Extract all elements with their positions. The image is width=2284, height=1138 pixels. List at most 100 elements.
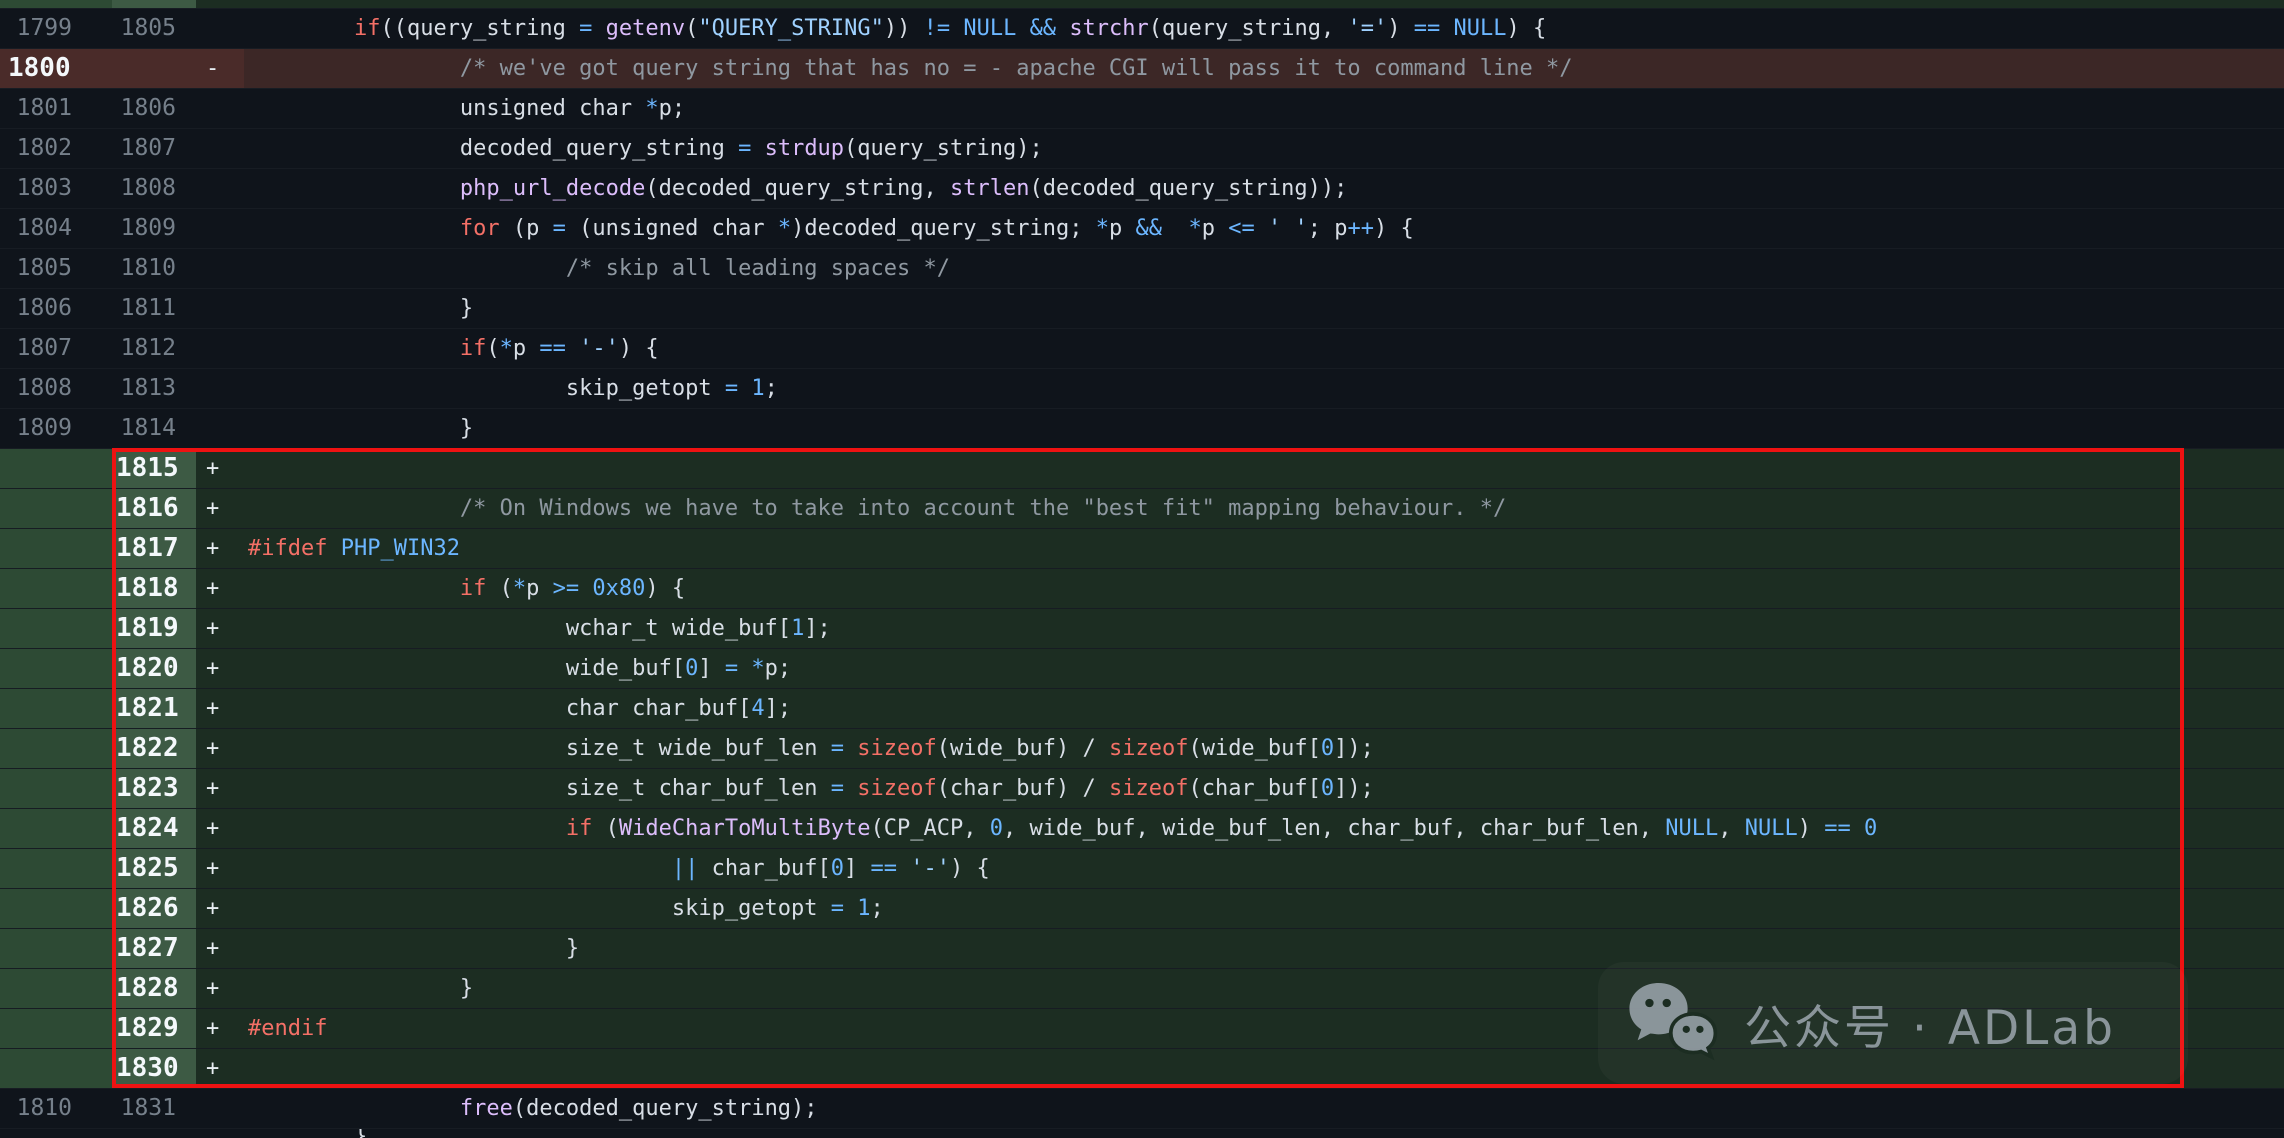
- new-line-number[interactable]: 1812: [112, 329, 196, 368]
- old-line-number[interactable]: 1802: [0, 129, 112, 168]
- code-token: for: [460, 216, 500, 241]
- code-token: (wide_buf) /: [937, 736, 1109, 761]
- new-line-number[interactable]: 1806: [112, 89, 196, 128]
- new-line-number[interactable]: 1826: [112, 889, 196, 928]
- diff-marker: [196, 249, 244, 288]
- old-line-number[interactable]: [0, 489, 112, 528]
- old-line-number[interactable]: [0, 809, 112, 848]
- new-line-number[interactable]: 1811: [112, 289, 196, 328]
- old-line-number[interactable]: [0, 529, 112, 568]
- new-line-number[interactable]: 1809: [112, 209, 196, 248]
- code-line: skip_getopt = 1;: [244, 369, 2284, 408]
- new-line-number[interactable]: [112, 49, 196, 88]
- code-token: (char_buf) /: [937, 776, 1109, 801]
- old-line-number[interactable]: [0, 609, 112, 648]
- old-line-number[interactable]: 1800: [0, 49, 112, 88]
- code-line: [244, 449, 2284, 488]
- old-line-number[interactable]: 1809: [0, 409, 112, 448]
- old-line-number[interactable]: [0, 889, 112, 928]
- code-line: if((query_string = getenv("QUERY_STRING"…: [244, 9, 2284, 48]
- code-token: ): [1798, 816, 1825, 841]
- old-line-number[interactable]: [0, 849, 112, 888]
- new-line-number[interactable]: 1821: [112, 689, 196, 728]
- old-line-number[interactable]: 1810: [0, 1089, 112, 1128]
- old-line-number[interactable]: 1804: [0, 209, 112, 248]
- code-token: [248, 1096, 460, 1121]
- new-line-number[interactable]: 1814: [112, 409, 196, 448]
- code-line: char char_buf[4];: [244, 689, 2284, 728]
- code-token: if: [354, 16, 381, 41]
- new-line-number[interactable]: 1831: [112, 1089, 196, 1128]
- old-line-number[interactable]: [0, 929, 112, 968]
- diff-row: 18101831 free(decoded_query_string);: [0, 1088, 2284, 1128]
- old-line-number[interactable]: [0, 1049, 112, 1088]
- new-line-number[interactable]: 1805: [112, 9, 196, 48]
- old-line-number[interactable]: 1808: [0, 369, 112, 408]
- code-token: )decoded_query_string;: [791, 216, 1096, 241]
- old-line-number[interactable]: 1799: [0, 9, 112, 48]
- old-line-number[interactable]: [0, 729, 112, 768]
- code-token: p;: [765, 656, 792, 681]
- code-token: strdup: [765, 136, 844, 161]
- new-line-number[interactable]: 1810: [112, 249, 196, 288]
- new-line-number[interactable]: 1808: [112, 169, 196, 208]
- diff-marker: +: [196, 609, 244, 648]
- old-line-number[interactable]: [0, 649, 112, 688]
- new-line-number[interactable]: 1807: [112, 129, 196, 168]
- code-token: }: [248, 976, 473, 1001]
- new-line-number[interactable]: 1817: [112, 529, 196, 568]
- new-line-number[interactable]: 1830: [112, 1049, 196, 1088]
- diff-marker: [196, 1089, 244, 1128]
- code-line: size_t char_buf_len = sizeof(char_buf) /…: [244, 769, 2284, 808]
- code-token: size_t char_buf_len: [248, 776, 831, 801]
- code-token: =: [831, 736, 844, 761]
- old-line-number[interactable]: [0, 0, 112, 8]
- new-line-number[interactable]: 1824: [112, 809, 196, 848]
- old-line-number[interactable]: 1801: [0, 89, 112, 128]
- old-line-number[interactable]: [0, 769, 112, 808]
- code-token: [1851, 816, 1864, 841]
- diff-marker: +: [196, 649, 244, 688]
- code-token: p: [1202, 216, 1229, 241]
- new-line-number[interactable]: 1820: [112, 649, 196, 688]
- new-line-number[interactable]: 1815: [112, 449, 196, 488]
- new-line-number[interactable]: 1819: [112, 609, 196, 648]
- code-token: p: [513, 336, 540, 361]
- old-line-number[interactable]: 1807: [0, 329, 112, 368]
- new-line-number[interactable]: 1829: [112, 1009, 196, 1048]
- new-line-number[interactable]: 1823: [112, 769, 196, 808]
- old-line-number[interactable]: [0, 689, 112, 728]
- code-token: (unsigned char: [566, 216, 778, 241]
- code-token: ((query_string: [380, 16, 579, 41]
- diff-row: 1819+ wchar_t wide_buf[1];: [0, 608, 2284, 648]
- code-token: ) {: [1374, 216, 1414, 241]
- old-line-number[interactable]: 1806: [0, 289, 112, 328]
- old-line-number[interactable]: [0, 1129, 112, 1138]
- code-token: [1056, 16, 1069, 41]
- code-token: NULL: [963, 16, 1016, 41]
- code-token: &&: [1030, 16, 1057, 41]
- new-line-number[interactable]: 1828: [112, 969, 196, 1008]
- new-line-number[interactable]: 1816: [112, 489, 196, 528]
- new-line-number[interactable]: 1822: [112, 729, 196, 768]
- new-line-number[interactable]: [112, 0, 196, 8]
- code-token: !=: [924, 16, 951, 41]
- code-token: [751, 136, 764, 161]
- old-line-number[interactable]: 1803: [0, 169, 112, 208]
- new-line-number[interactable]: 1818: [112, 569, 196, 608]
- diff-row: 18081813 skip_getopt = 1;: [0, 368, 2284, 408]
- diff-marker: [196, 369, 244, 408]
- code-token: }: [248, 416, 473, 441]
- code-line: if (*p >= 0x80) {: [244, 569, 2284, 608]
- new-line-number[interactable]: 1827: [112, 929, 196, 968]
- old-line-number[interactable]: 1805: [0, 249, 112, 288]
- old-line-number[interactable]: [0, 1009, 112, 1048]
- old-line-number[interactable]: [0, 969, 112, 1008]
- old-line-number[interactable]: [0, 449, 112, 488]
- old-line-number[interactable]: [0, 569, 112, 608]
- diff-row: 18041809 for (p = (unsigned char *)decod…: [0, 208, 2284, 248]
- new-line-number[interactable]: [112, 1129, 196, 1138]
- code-token: [1440, 16, 1453, 41]
- new-line-number[interactable]: 1813: [112, 369, 196, 408]
- new-line-number[interactable]: 1825: [112, 849, 196, 888]
